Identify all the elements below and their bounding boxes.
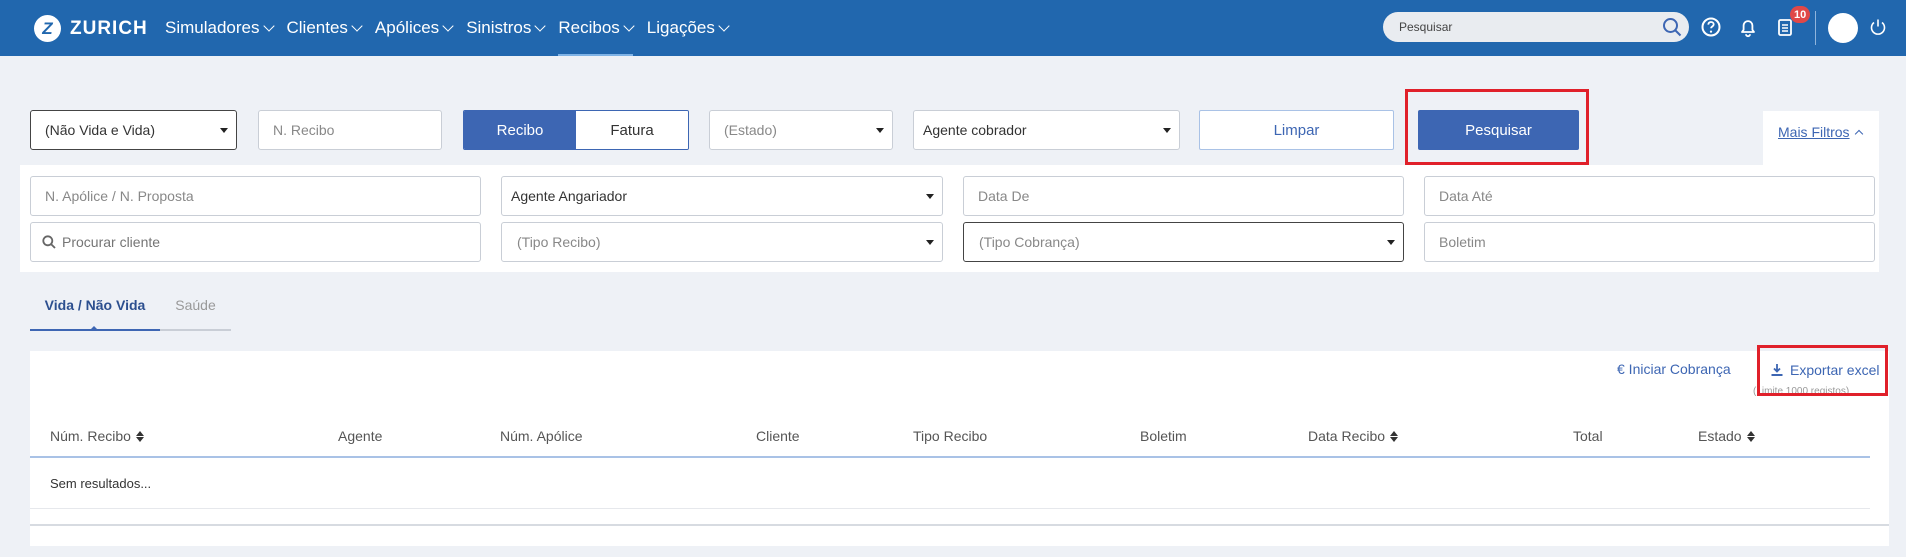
caret-down-icon [220, 128, 228, 133]
tipo-ramo-select[interactable]: (Não Vida e Vida) [30, 110, 237, 150]
nav-simuladores-label: Simuladores [165, 18, 260, 37]
zurich-logo-icon: Z [34, 15, 61, 42]
nav-clientes[interactable]: Clientes [286, 0, 363, 56]
nav-recibos[interactable]: Recibos [558, 0, 635, 56]
help-icon[interactable] [1700, 16, 1722, 38]
nav-clientes-label: Clientes [286, 18, 348, 37]
col-agente: Agente [338, 428, 382, 444]
n-apolice-input[interactable] [30, 176, 481, 216]
tipo-recibo-select[interactable]: (Tipo Recibo) [501, 222, 943, 262]
col-tipo-recibo: Tipo Recibo [913, 428, 987, 444]
tab-saude[interactable]: Saúde [160, 297, 231, 331]
zurich-logo[interactable]: Z ZURICH [34, 15, 148, 42]
col-num-apolice-label: Núm. Apólice [500, 428, 583, 444]
mais-filtros-tab [1763, 111, 1879, 169]
sort-icon [1746, 430, 1755, 442]
avatar[interactable] [1828, 13, 1858, 43]
col-data-recibo[interactable]: Data Recibo [1308, 428, 1399, 444]
mais-filtros-link[interactable]: Mais Filtros [1778, 124, 1863, 140]
boletim-input[interactable] [1424, 222, 1875, 262]
iniciar-cobranca-button[interactable]: € Iniciar Cobrança [1617, 361, 1731, 377]
nav-ligacoes[interactable]: Ligações [646, 0, 730, 56]
col-agente-label: Agente [338, 428, 383, 444]
col-estado-label: Estado [1698, 428, 1742, 444]
chevron-down-icon [718, 19, 730, 32]
zurich-logo-text: ZURICH [70, 17, 148, 39]
agente-cobrador-select[interactable]: Agente cobrador [913, 110, 1180, 150]
tipo-ramo-value: (Não Vida e Vida) [45, 122, 155, 138]
tipo-cobranca-value: (Tipo Cobrança) [979, 234, 1080, 250]
col-num-recibo-label: Núm. Recibo [50, 428, 131, 444]
table-header-divider [30, 456, 1870, 458]
col-boletim-label: Boletim [1140, 428, 1187, 444]
active-tab-indicator [89, 326, 99, 331]
sort-icon [135, 430, 144, 442]
nav-apolices-label: Apólices [374, 18, 440, 37]
empty-results-message: Sem resultados... [50, 476, 152, 491]
agente-angariador-value: Agente Angariador [511, 188, 627, 204]
estado-select[interactable]: (Estado) [709, 110, 893, 150]
col-data-recibo-label: Data Recibo [1308, 428, 1386, 444]
estado-value: (Estado) [724, 122, 777, 138]
chevron-down-icon [262, 19, 275, 32]
caret-down-icon [876, 128, 884, 133]
procurar-cliente-field[interactable] [30, 222, 481, 262]
nav-ligacoes-label: Ligações [646, 18, 715, 37]
power-icon[interactable] [1868, 17, 1888, 37]
agente-angariador-select[interactable]: Agente Angariador [501, 176, 943, 216]
chevron-down-icon [442, 19, 454, 32]
search-icon [42, 235, 56, 249]
limpar-button[interactable]: Limpar [1199, 110, 1394, 150]
col-cliente-label: Cliente [756, 428, 800, 444]
search-icon[interactable] [1662, 17, 1682, 37]
nav-sinistros-label: Sinistros [466, 18, 532, 37]
col-tipo-recibo-label: Tipo Recibo [913, 428, 988, 444]
top-navigation-bar: Z ZURICH Simuladores Clientes Apólices S… [0, 0, 1906, 56]
header-divider [1815, 11, 1816, 45]
results-panel [30, 351, 1889, 546]
col-num-apolice: Núm. Apólice [500, 428, 582, 444]
chevron-down-icon [623, 19, 635, 32]
chevron-down-icon [534, 19, 547, 32]
procurar-cliente-input[interactable] [62, 234, 462, 250]
data-de-input[interactable] [963, 176, 1404, 216]
col-estado[interactable]: Estado [1698, 428, 1755, 444]
data-ate-input[interactable] [1424, 176, 1875, 216]
highlight-box-exportar [1757, 345, 1888, 396]
nav-apolices[interactable]: Apólices [374, 0, 454, 56]
toggle-recibo[interactable]: Recibo [464, 111, 576, 149]
caret-down-icon [1387, 240, 1395, 245]
n-recibo-input[interactable] [258, 110, 442, 150]
nav-sinistros[interactable]: Sinistros [466, 0, 547, 56]
bell-icon[interactable] [1737, 16, 1759, 38]
caret-down-icon [926, 194, 934, 199]
main-nav: Simuladores Clientes Apólices Sinistros … [165, 0, 742, 56]
caret-down-icon [1163, 128, 1171, 133]
global-search-input[interactable] [1383, 12, 1689, 42]
sort-icon [1390, 430, 1399, 442]
caret-down-icon [926, 240, 934, 245]
table-row-divider [30, 508, 1870, 509]
chevron-down-icon [351, 19, 363, 32]
col-boletim: Boletim [1140, 428, 1187, 444]
tipo-cobranca-select[interactable]: (Tipo Cobrança) [963, 222, 1404, 262]
highlight-box-pesquisar [1405, 89, 1589, 165]
col-num-recibo[interactable]: Núm. Recibo [50, 428, 144, 444]
col-cliente: Cliente [756, 428, 800, 444]
nav-recibos-label: Recibos [558, 18, 620, 37]
col-total: Total [1573, 428, 1603, 444]
mais-filtros-label: Mais Filtros [1778, 124, 1850, 140]
col-total-label: Total [1573, 428, 1603, 444]
agente-cobrador-value: Agente cobrador [923, 122, 1027, 138]
table-footer-bar [30, 524, 1889, 526]
toggle-fatura[interactable]: Fatura [576, 111, 688, 149]
notifications-badge: 10 [1790, 6, 1811, 23]
chevron-up-icon [1854, 129, 1863, 138]
recibo-fatura-toggle: Recibo Fatura [463, 110, 689, 150]
nav-simuladores[interactable]: Simuladores [165, 0, 275, 56]
tipo-recibo-value: (Tipo Recibo) [517, 234, 601, 250]
